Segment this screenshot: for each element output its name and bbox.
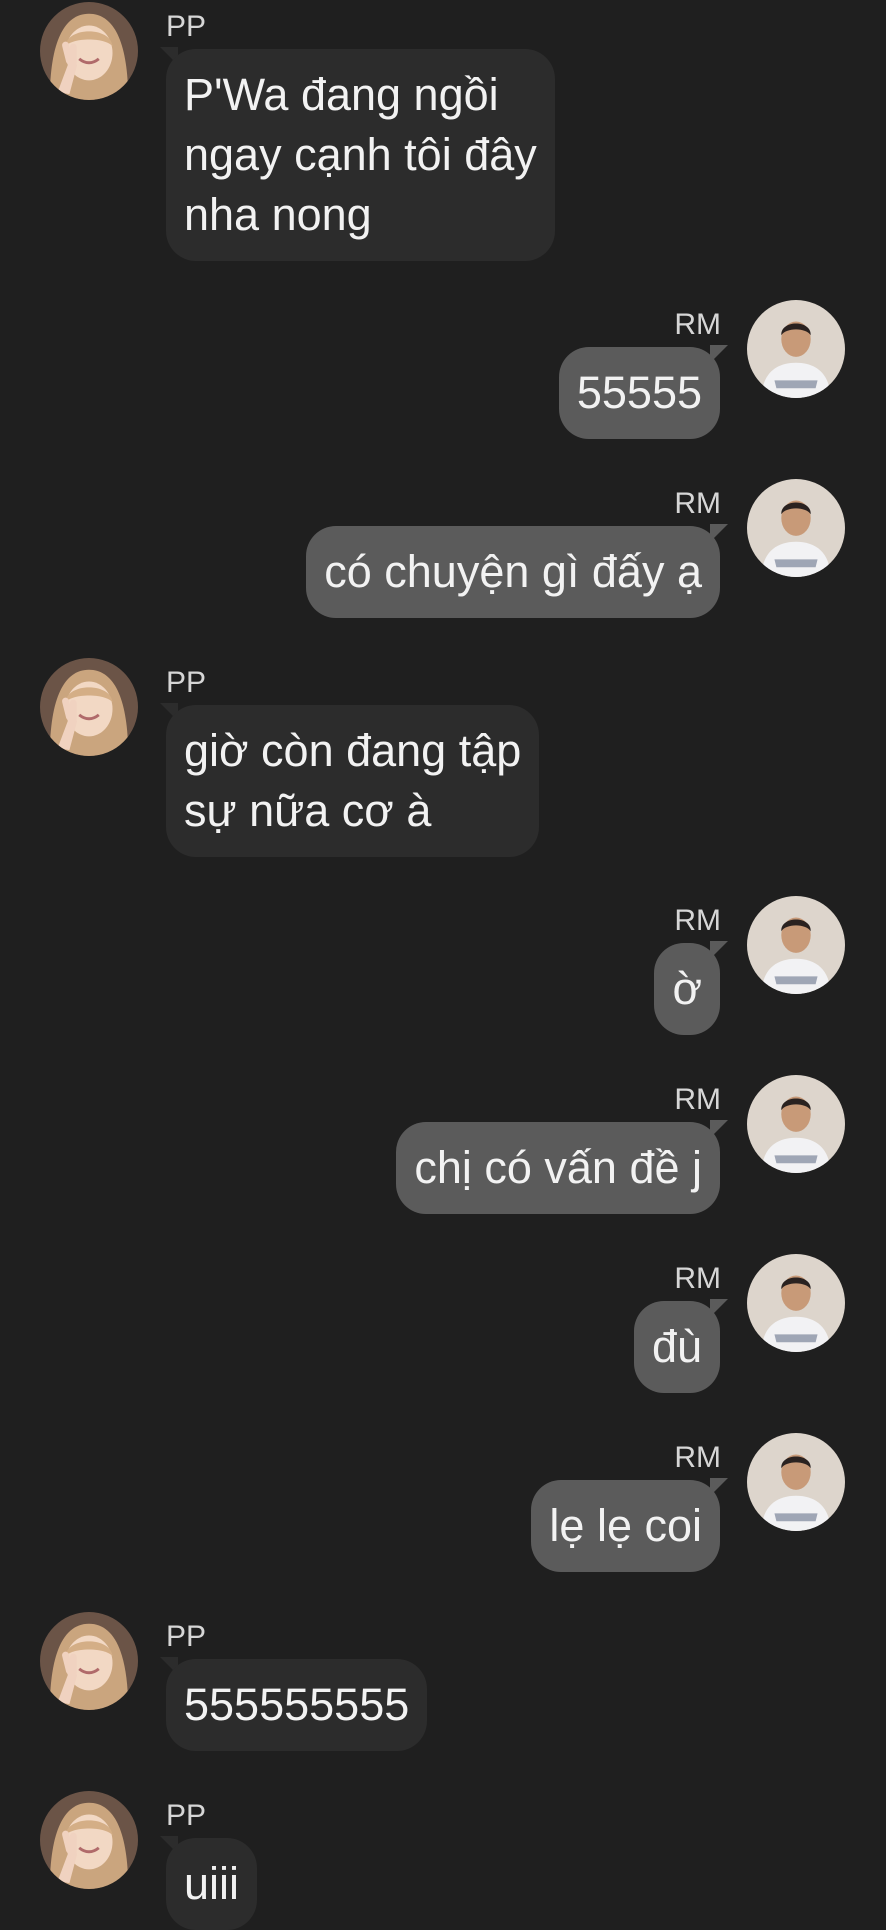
message-bubble[interactable]: lẹ lẹ coi <box>531 1480 720 1572</box>
message-bubble[interactable]: 55555 <box>558 347 720 439</box>
sender-name: RM <box>674 904 721 937</box>
message-bubble[interactable]: chị có vấn đề j <box>396 1122 720 1214</box>
sender-name: RM <box>674 308 721 341</box>
sender-name: RM <box>674 487 721 520</box>
boy-avatar-icon[interactable] <box>747 300 845 398</box>
message-bubble[interactable]: uiii <box>166 1838 258 1930</box>
sender-name: RM <box>674 1262 721 1295</box>
message-bubble[interactable]: P'Wa đang ngồi ngay cạnh tôi đây nha non… <box>166 49 555 261</box>
sender-name: PP <box>166 10 207 43</box>
girl-avatar-icon[interactable] <box>40 1612 138 1710</box>
boy-avatar-icon[interactable] <box>747 1433 845 1531</box>
girl-avatar-icon[interactable] <box>40 658 138 756</box>
chat-thread[interactable]: PP P'Wa đang ngồi ngay cạnh tôi đây nha … <box>0 0 886 1930</box>
sender-name: PP <box>166 666 207 699</box>
girl-avatar-icon[interactable] <box>40 1791 138 1889</box>
message-bubble[interactable]: 555555555 <box>166 1659 428 1751</box>
girl-avatar-icon[interactable] <box>40 2 138 100</box>
sender-name: RM <box>674 1083 721 1116</box>
boy-avatar-icon[interactable] <box>747 1075 845 1173</box>
message-bubble[interactable]: có chuyện gì đấy ạ <box>306 526 720 618</box>
boy-avatar-icon[interactable] <box>747 1254 845 1352</box>
boy-avatar-icon[interactable] <box>747 896 845 994</box>
message-bubble[interactable]: đù <box>633 1301 720 1393</box>
message-bubble[interactable]: giờ còn đang tập sự nữa cơ à <box>166 705 540 857</box>
sender-name: PP <box>166 1620 207 1653</box>
message-bubble[interactable]: ờ <box>654 943 720 1035</box>
boy-avatar-icon[interactable] <box>747 479 845 577</box>
sender-name: PP <box>166 1799 207 1832</box>
sender-name: RM <box>674 1441 721 1474</box>
